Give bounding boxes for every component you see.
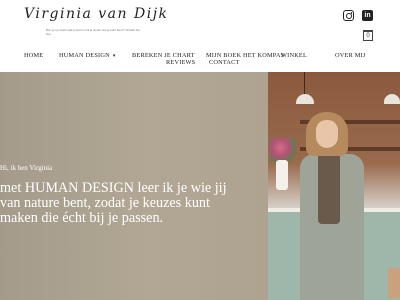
site-header: Virginia van Dijk Ben je op zoek naar je… [0,0,400,72]
person-sweater [318,150,340,224]
cart-icon[interactable]: 0 [363,30,373,41]
hero-title: met HUMAN DESIGN leer ik je wie jij van … [0,180,227,227]
logo-tagline: Ben je op zoek naar jezelf en wil je wet… [46,28,140,36]
chevron-down-icon: ▾ [112,54,116,59]
hero-subtitle: Hi, ik ben Virginia [0,164,53,172]
nav-contact[interactable]: CONTACT [209,59,240,67]
vase [276,160,288,190]
nav-human-design-label: HUMAN DESIGN [59,52,110,59]
nav-reviews[interactable]: REVIEWS [166,59,195,67]
logo-name: Virginia van Dijk [24,6,169,22]
nav-winkel[interactable]: WINKEL [281,52,307,60]
nav-home[interactable]: HOME [24,52,43,60]
person-face [316,120,338,148]
bar-stool [388,268,400,298]
nav-over-mij[interactable]: OVER MIJ [335,52,365,60]
lamp-cord [304,72,305,94]
nav-human-design[interactable]: HUMAN DESIGN ▾ [59,52,116,61]
linkedin-icon[interactable]: in [362,10,373,21]
instagram-icon[interactable] [343,10,354,21]
logo[interactable]: Virginia van Dijk Ben je op zoek naar je… [24,6,167,46]
flowers [270,138,296,162]
main-nav: HOME HUMAN DESIGN ▾ BEREKEN JE CHART MIJN… [0,50,400,70]
pendant-lamp [384,94,400,104]
